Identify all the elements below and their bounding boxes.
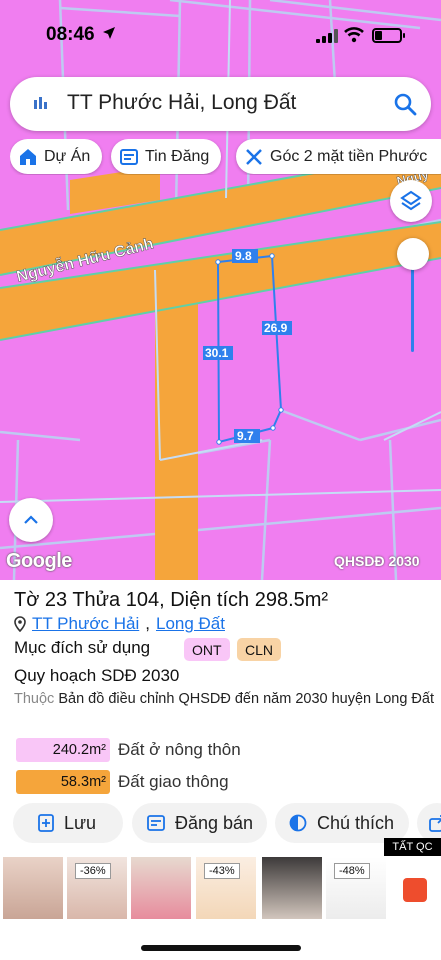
ad-strip[interactable]: -36% -43% -48% — [0, 856, 441, 922]
action-buttons: Lưu Đăng bán Chú thích — [0, 803, 441, 845]
news-icon — [120, 148, 138, 165]
area-bar-residential: 240.2m² — [16, 738, 110, 762]
plan-source-prefix: Thuộc — [14, 691, 55, 707]
location-separator: , — [145, 614, 150, 633]
ad-discount-badge: -43% — [204, 863, 240, 879]
land-code-badge-ont: ONT — [184, 638, 230, 661]
bookmark-add-icon — [38, 814, 54, 832]
dim-top: 9.8 — [235, 249, 252, 263]
legend-button[interactable]: Chú thích — [275, 803, 409, 843]
chip-goc-label: Góc 2 mặt tiền Phước — [270, 147, 428, 165]
ad-discount-badge: -36% — [75, 863, 111, 879]
save-button-label: Lưu — [64, 812, 97, 833]
legend-button-label: Chú thích — [317, 812, 395, 833]
search-icon[interactable] — [393, 92, 417, 116]
dim-bottom: 9.7 — [237, 429, 254, 443]
google-logo: Google — [6, 550, 72, 572]
save-button[interactable]: Lưu — [13, 803, 123, 843]
ad-item[interactable]: -43% — [196, 857, 256, 919]
chip-tin-dang-label: Tin Đăng — [145, 147, 210, 165]
post-sale-button-label: Đăng bán — [175, 812, 254, 833]
parcel-location: TT Phước Hải , Long Đất — [14, 614, 225, 634]
tools-icon — [246, 148, 262, 165]
chip-du-an-label: Dự Án — [44, 147, 91, 165]
search-input[interactable]: TT Phước Hải, Long Đất — [67, 91, 296, 115]
land-code-badge-cln: CLN — [237, 638, 282, 661]
post-sale-button[interactable]: Đăng bán — [132, 803, 267, 843]
opacity-slider-knob[interactable] — [397, 238, 429, 270]
ad-item[interactable]: -48% — [326, 857, 386, 919]
area-label-residential: Đất ở nông thôn — [118, 740, 241, 759]
filter-chips: Dự Án Tin Đăng Góc 2 mặt tiền Phước — [10, 139, 441, 175]
shopee-logo-icon — [403, 878, 427, 902]
home-icon — [20, 148, 36, 165]
listing-icon — [147, 815, 165, 831]
dim-right: 26.9 — [264, 321, 288, 335]
location-link-town[interactable]: TT Phước Hải — [32, 614, 139, 634]
app-logo-icon — [34, 97, 47, 109]
map-view[interactable]: Nguyễn Hữu Cảnh Nguy 9.8 26.9 30.1 9.7 0… — [0, 0, 441, 580]
plan-label: Quy hoạch SDĐ 2030 — [14, 666, 180, 685]
location-arrow-icon — [103, 27, 115, 39]
parcel-info-panel: Tờ 23 Thửa 104, Diện tích 298.5m² TT Phư… — [0, 580, 441, 830]
close-ads-button[interactable]: TẤT QC — [384, 838, 441, 856]
layers-button[interactable] — [390, 180, 432, 222]
plan-source-text: Bản đồ điều chỉnh QHSDĐ đến năm 2030 huy… — [58, 691, 434, 707]
dim-left: 30.1 — [205, 346, 229, 360]
chip-goc-2-mat-tien[interactable]: Góc 2 mặt tiền Phước — [236, 139, 441, 174]
map-pin-icon — [14, 616, 26, 632]
ad-discount-badge: -48% — [334, 863, 370, 879]
area-label-traffic: Đất giao thông — [118, 772, 229, 791]
signal-icon — [316, 29, 338, 43]
share-button[interactable] — [417, 803, 441, 843]
chip-du-an[interactable]: Dự Án — [10, 139, 103, 174]
battery-icon — [372, 28, 405, 43]
wifi-icon — [344, 27, 364, 43]
search-bar[interactable]: TT Phước Hải, Long Đất — [10, 77, 431, 131]
ad-item[interactable] — [131, 857, 191, 919]
chip-tin-dang[interactable]: Tin Đăng — [111, 139, 222, 174]
chevron-up-icon — [24, 515, 38, 524]
home-indicator — [141, 945, 301, 951]
purpose-label: Mục đích sử dụng — [14, 638, 151, 657]
opacity-slider-track[interactable] — [411, 256, 414, 352]
expand-panel-button[interactable] — [9, 498, 53, 542]
layers-icon — [400, 190, 422, 211]
area-bar-traffic: 58.3m² — [16, 770, 110, 794]
area-value-traffic: 58.3m² — [60, 774, 106, 790]
share-icon — [429, 815, 441, 832]
status-bar: 08:46 — [0, 0, 441, 64]
location-link-district[interactable]: Long Đất — [156, 614, 225, 634]
contrast-icon — [289, 814, 307, 832]
ad-item[interactable] — [3, 857, 63, 919]
map-overlay-label: QHSDĐ 2030 — [334, 553, 420, 569]
parcel-title: Tờ 23 Thửa 104, Diện tích 298.5m² — [14, 589, 329, 611]
ad-item[interactable]: -36% — [67, 857, 127, 919]
ad-item[interactable] — [262, 857, 322, 919]
status-time: 08:46 — [46, 24, 95, 45]
plan-source: Thuộc Bản đồ điều chỉnh QHSDĐ đến năm 20… — [14, 689, 439, 709]
area-value-residential: 240.2m² — [52, 742, 106, 758]
